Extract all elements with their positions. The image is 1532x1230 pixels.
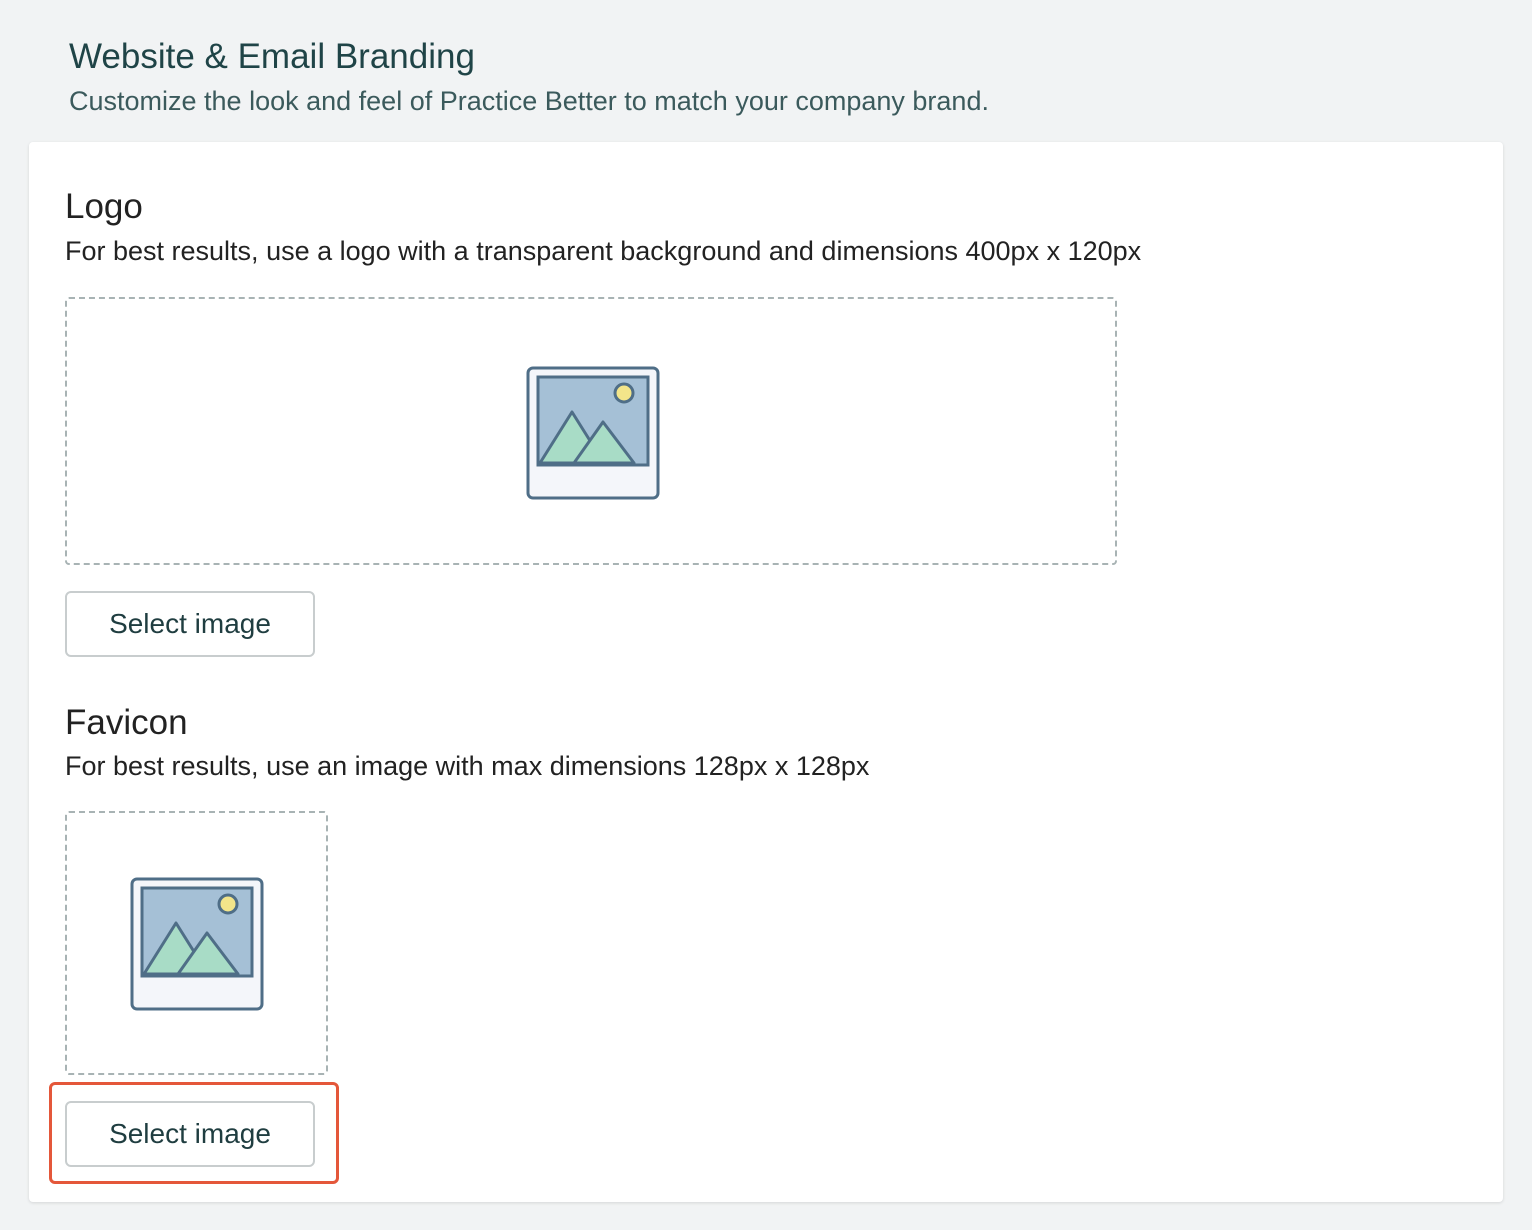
favicon-section-title: Favicon [65,703,188,742]
page-header: Website & Email Branding Customize the l… [69,36,989,118]
page-title: Website & Email Branding [69,37,475,76]
favicon-section-description: For best results, use an image with max … [65,751,870,781]
branding-card: Logo For best results, use a logo with a… [29,142,1503,1202]
favicon-dropzone[interactable] [65,811,328,1075]
logo-select-image-button[interactable]: Select image [65,591,315,657]
image-placeholder-icon [526,366,660,500]
logo-dropzone[interactable] [65,297,1117,565]
image-placeholder-icon [130,877,264,1011]
logo-section-title: Logo [65,187,143,226]
logo-section-description: For best results, use a logo with a tran… [65,236,1142,266]
favicon-select-image-button[interactable]: Select image [65,1101,315,1167]
page-subtitle: Customize the look and feel of Practice … [69,86,989,116]
